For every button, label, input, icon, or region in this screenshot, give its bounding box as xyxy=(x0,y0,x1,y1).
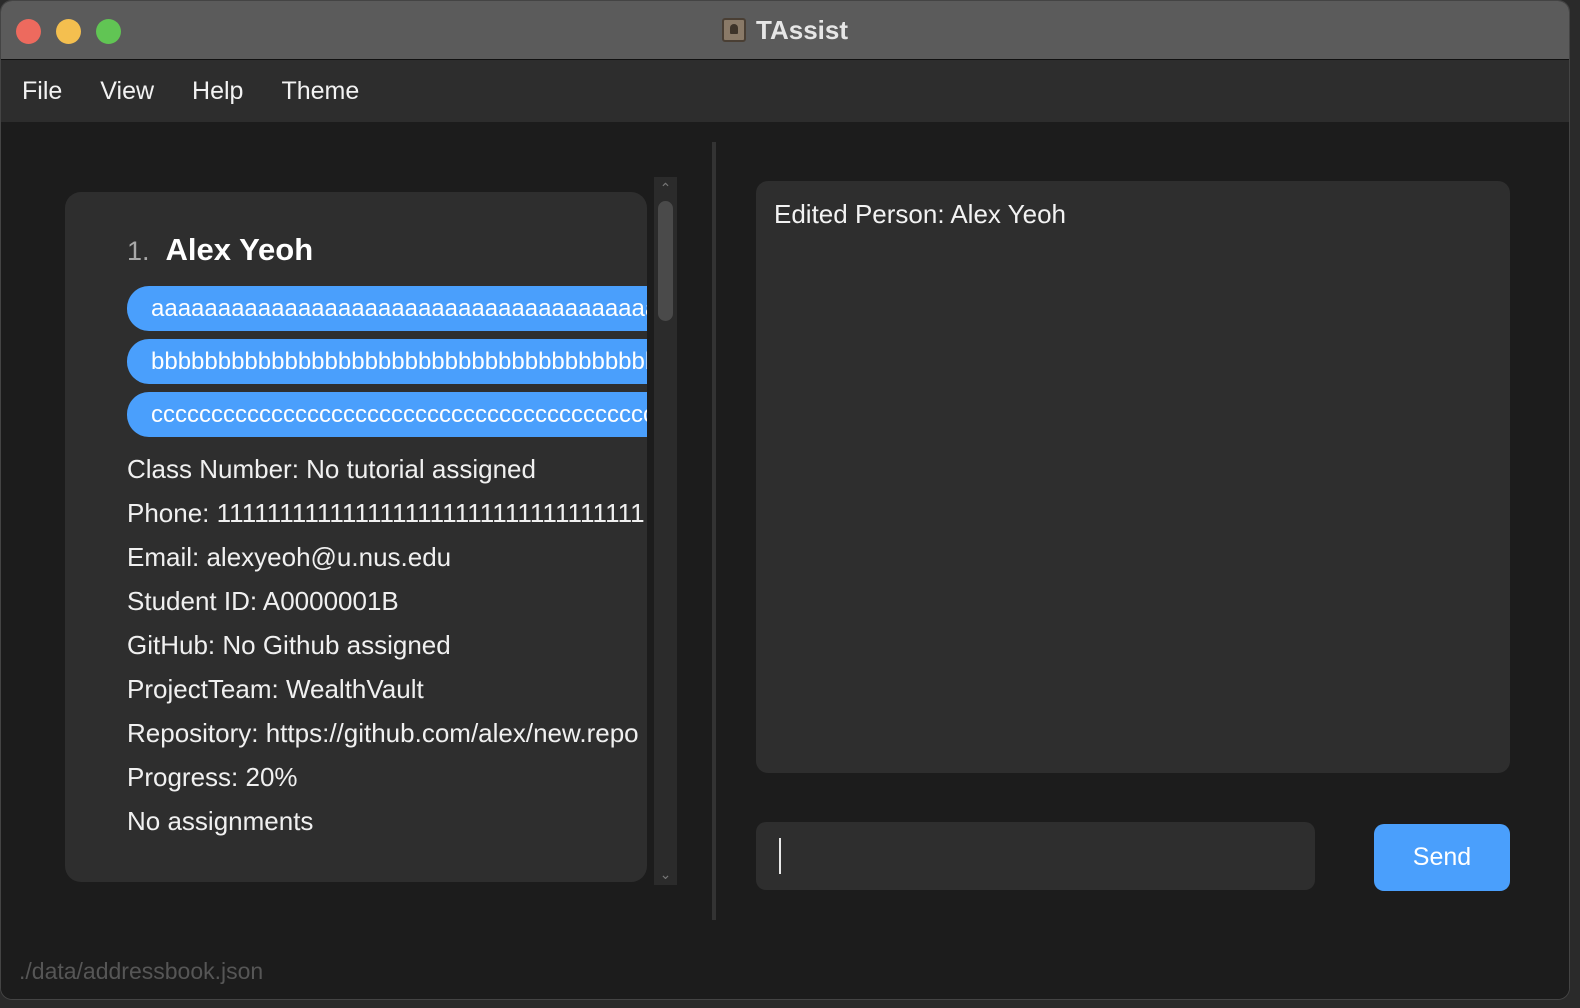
window-title: TAssist xyxy=(756,14,848,45)
tag-chip: cccccccccccccccccccccccccccccccccccccccc… xyxy=(127,392,647,437)
person-list-scrollbar[interactable]: ⌃ ⌄ xyxy=(654,177,677,885)
person-index: 1. xyxy=(127,236,150,266)
status-bar-file-path: ./data/addressbook.json xyxy=(19,958,264,984)
menu-bar: File View Help Theme xyxy=(1,60,1569,122)
scroll-thumb[interactable] xyxy=(658,201,673,321)
person-card-body: 1. Alex Yeoh aaaaaaaaaaaaaaaaaaaaaaaaaaa… xyxy=(127,232,647,843)
scroll-down-icon[interactable]: ⌄ xyxy=(654,865,677,883)
student-id-field: Student ID: A0000001B xyxy=(127,586,399,616)
menu-view[interactable]: View xyxy=(100,77,154,106)
result-message: Edited Person: Alex Yeoh xyxy=(774,199,1067,229)
split-divider[interactable] xyxy=(712,142,716,920)
person-details: Class Number: No tutorial assigned Phone… xyxy=(127,447,647,843)
result-display: Edited Person: Alex Yeoh xyxy=(756,181,1510,773)
person-name: Alex Yeoh xyxy=(165,232,314,267)
class-number-field: Class Number: No tutorial assigned xyxy=(127,454,536,484)
tag-list: aaaaaaaaaaaaaaaaaaaaaaaaaaaaaaaaaaaaaaaa… xyxy=(127,286,647,437)
scroll-up-icon[interactable]: ⌃ xyxy=(654,179,677,197)
menu-help[interactable]: Help xyxy=(192,77,243,106)
send-button[interactable]: Send xyxy=(1374,824,1510,891)
window-title-group: TAssist xyxy=(1,1,1569,59)
phone-field: Phone: 111111111111111111111111111111111… xyxy=(127,498,645,528)
person-header: 1. Alex Yeoh xyxy=(127,232,647,278)
command-input[interactable] xyxy=(756,822,1315,890)
repository-field: Repository: https://github.com/alex/new.… xyxy=(127,718,639,748)
tag-chip: aaaaaaaaaaaaaaaaaaaaaaaaaaaaaaaaaaaaaaaa… xyxy=(127,286,647,331)
title-bar: TAssist xyxy=(1,1,1569,60)
text-caret xyxy=(779,838,781,874)
assignments-field: No assignments xyxy=(127,806,314,836)
progress-field: Progress: 20% xyxy=(127,762,298,792)
project-team-field: ProjectTeam: WealthVault xyxy=(127,674,424,704)
menu-file[interactable]: File xyxy=(22,77,62,106)
tag-chip: bbbbbbbbbbbbbbbbbbbbbbbbbbbbbbbbbbbbbbbb… xyxy=(127,339,647,384)
github-field: GitHub: No Github assigned xyxy=(127,630,451,660)
app-window: TAssist File View Help Theme 1. Alex Yeo… xyxy=(0,0,1570,1000)
person-card[interactable]: 1. Alex Yeoh aaaaaaaaaaaaaaaaaaaaaaaaaaa… xyxy=(65,192,647,882)
main-content: 1. Alex Yeoh aaaaaaaaaaaaaaaaaaaaaaaaaaa… xyxy=(1,122,1569,999)
menu-theme[interactable]: Theme xyxy=(281,77,359,106)
address-book-icon xyxy=(722,18,746,42)
email-field: Email: alexyeoh@u.nus.edu xyxy=(127,542,452,572)
